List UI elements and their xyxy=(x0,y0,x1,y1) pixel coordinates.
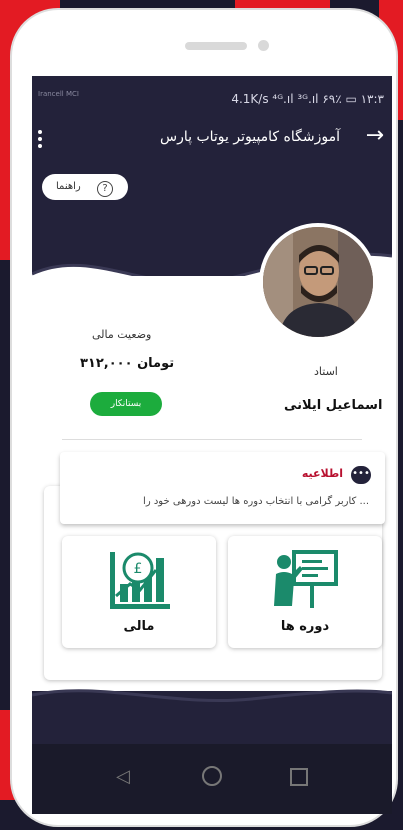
divider xyxy=(62,439,362,440)
app-bar: آموزشگاه کامپیوتر یوتاب پارس → xyxy=(32,112,392,164)
teacher-board-icon xyxy=(274,550,338,608)
courses-tile[interactable]: دوره ها xyxy=(228,536,382,648)
phone-speaker xyxy=(185,42,247,50)
user-name: اسماعیل ایلانی xyxy=(284,398,383,413)
courses-tile-label: دوره ها xyxy=(280,619,330,634)
finance-amount: ۳۱۲,۰۰۰ تومان xyxy=(80,356,175,371)
notice-card[interactable]: ••• اطلاعیه کاربر گرامی با انتخاب دوره ه… xyxy=(60,452,385,524)
phone-frame: Irancell MCI 4.1K/s ⁴ᴳ.ıl ³ᴳ.ıl ۶۹٪ ▭ ۱۳… xyxy=(12,10,396,825)
status-icons: 4.1K/s ⁴ᴳ.ıl ³ᴳ.ıl ۶۹٪ ▭ ۱۳:۳ xyxy=(231,92,384,106)
svg-text:£: £ xyxy=(134,561,143,577)
footer-wave xyxy=(32,689,392,741)
avatar-photo xyxy=(263,227,373,337)
app-screen: Irancell MCI 4.1K/s ⁴ᴳ.ıl ³ᴳ.ıl ۶۹٪ ▭ ۱۳… xyxy=(32,76,392,814)
carrier-text: Irancell MCI xyxy=(38,90,79,98)
guide-button[interactable]: راهنما ? xyxy=(42,174,128,200)
nav-back-icon[interactable]: ◁ xyxy=(116,766,130,787)
finance-tile[interactable]: £ مالی xyxy=(62,536,216,648)
status-bar: Irancell MCI 4.1K/s ⁴ᴳ.ıl ³ᴳ.ıl ۶۹٪ ▭ ۱۳… xyxy=(32,76,392,112)
app-title: آموزشگاه کامپیوتر یوتاب پارس xyxy=(159,129,340,145)
nav-home-icon[interactable] xyxy=(202,766,222,786)
notice-text: کاربر گرامی با انتخاب دوره ها لیست دورهی… xyxy=(143,496,369,507)
back-arrow-icon[interactable]: → xyxy=(366,123,384,148)
finance-chart-icon: £ xyxy=(110,552,170,609)
nav-recent-apps-icon[interactable] xyxy=(290,768,308,786)
notice-title: اطلاعیه xyxy=(301,467,343,480)
finance-tile-label: مالی xyxy=(123,619,155,634)
avatar xyxy=(259,223,377,341)
more-options-icon[interactable] xyxy=(38,130,44,150)
phone-camera xyxy=(258,40,269,51)
guide-label: راهنما xyxy=(56,181,81,192)
user-role: استاد xyxy=(314,365,338,378)
creditor-status-button[interactable]: بستانکار xyxy=(90,392,162,416)
chat-bubble-icon: ••• xyxy=(351,466,371,484)
question-icon: ? xyxy=(97,181,113,197)
android-nav-bar: ◁ xyxy=(32,744,392,814)
finance-status-title: وضعیت مالی xyxy=(92,328,152,341)
